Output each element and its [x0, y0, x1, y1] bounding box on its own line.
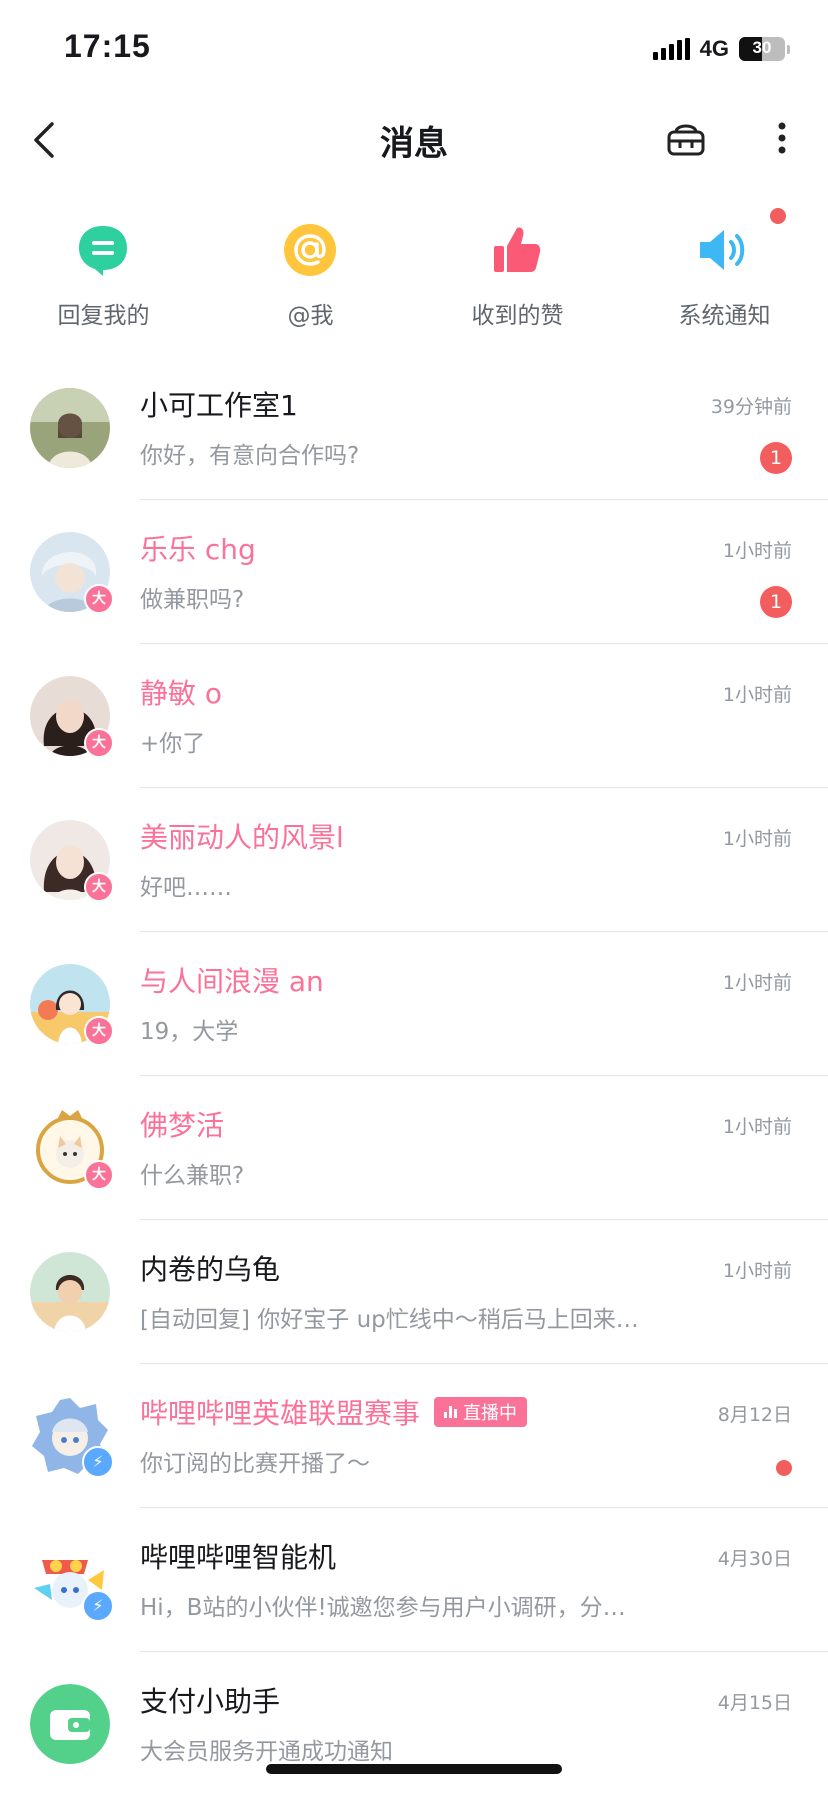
- vip-badge: 大: [84, 1160, 114, 1190]
- shop-basket-icon: [667, 124, 705, 156]
- verified-bolt-badge: ⚡: [82, 1590, 114, 1622]
- status-indicators: 4G 30: [652, 36, 790, 62]
- message-preview: 你好，有意向合作吗?: [140, 443, 360, 469]
- unread-count-badge: 1: [760, 442, 792, 474]
- conversation-row[interactable]: 小可工作室1 39分钟前 你好，有意向合作吗? 1: [0, 356, 828, 500]
- contact-name: 与人间浪漫 an: [140, 965, 324, 998]
- more-button[interactable]: [766, 114, 798, 162]
- battery-icon: 30: [739, 37, 785, 61]
- status-bar: 17:15 4G 30: [0, 0, 828, 96]
- contact-name: 支付小助手: [140, 1685, 281, 1718]
- contact-name: 美丽动人的风景l: [140, 821, 344, 854]
- avatar: [30, 388, 110, 468]
- message-time: 1小时前: [722, 972, 792, 994]
- speaker-icon: [700, 230, 745, 270]
- conversation-row[interactable]: 大 乐乐 chg 1小时前 做兼职吗? 1: [0, 500, 828, 644]
- vip-badge: 大: [84, 1016, 114, 1046]
- signal-icon: [652, 38, 690, 60]
- conversation-row[interactable]: 大 与人间浪漫 an 1小时前 19，大学: [0, 932, 828, 1076]
- message-preview: 好吧……: [140, 875, 232, 901]
- message-preview: [自动回复] 你好宝子 up忙线中～稍后马上回来…: [140, 1307, 639, 1333]
- avatar: [30, 1252, 110, 1332]
- verified-bolt-badge: ⚡: [82, 1446, 114, 1478]
- conversation-row[interactable]: ⚡ 哔哩哔哩英雄联盟赛事 直播中 8月12日 你订阅的比赛开播了～: [0, 1364, 828, 1508]
- quick-entry-label: 回复我的: [57, 303, 150, 329]
- contact-name: 小可工作室1: [140, 389, 298, 422]
- message-preview: 做兼职吗?: [140, 587, 245, 613]
- vip-badge: 大: [84, 872, 114, 902]
- contact-name: 内卷的乌龟: [140, 1253, 281, 1286]
- quick-entry-system[interactable]: 系统通知: [621, 196, 828, 336]
- conversation-row[interactable]: ⚡ 哔哩哔哩智能机 4月30日 Hi，B站的小伙伴!诚邀您参与用户小调研，分…: [0, 1508, 828, 1652]
- live-label: 直播中: [463, 1403, 518, 1424]
- shop-button[interactable]: [662, 114, 710, 162]
- quick-entry-reply[interactable]: 回复我的: [0, 196, 207, 336]
- nav-bar: 消息: [0, 96, 828, 184]
- contact-name: 静敏 o: [140, 677, 223, 710]
- message-time: 8月12日: [717, 1404, 792, 1426]
- vip-badge: 大: [84, 584, 114, 614]
- conversation-row[interactable]: 大 美丽动人的风景l 1小时前 好吧……: [0, 788, 828, 932]
- unread-dot: [776, 1460, 792, 1476]
- quick-entry-label: @我: [287, 303, 334, 329]
- conversation-row[interactable]: 支付小助手 4月15日 大会员服务开通成功通知: [0, 1652, 828, 1796]
- status-time: 17:15: [64, 28, 151, 64]
- contact-name: 乐乐 chg: [140, 533, 256, 566]
- conversation-row[interactable]: 内卷的乌龟 1小时前 [自动回复] 你好宝子 up忙线中～稍后马上回来…: [0, 1220, 828, 1364]
- quick-entry-label: 系统通知: [678, 303, 771, 329]
- message-time: 1小时前: [722, 1260, 792, 1282]
- message-time: 1小时前: [722, 540, 792, 562]
- message-preview: 什么兼职?: [140, 1163, 245, 1189]
- live-badge: 直播中: [434, 1397, 528, 1427]
- contact-name: 哔哩哔哩智能机: [140, 1541, 337, 1574]
- conversation-row[interactable]: 大 静敏 o 1小时前 +你了: [0, 644, 828, 788]
- message-time: 1小时前: [722, 828, 792, 850]
- live-bars-icon: [444, 1406, 458, 1418]
- quick-entries: 回复我的 @我 收到的赞 系统通知: [0, 196, 828, 336]
- conversation-row[interactable]: 大 佛梦活 1小时前 什么兼职?: [0, 1076, 828, 1220]
- vip-badge: 大: [84, 728, 114, 758]
- thumbs-up-icon: [494, 227, 541, 272]
- message-time: 39分钟前: [710, 396, 792, 418]
- more-vertical-icon: [778, 122, 786, 154]
- at-icon: [284, 224, 336, 276]
- unread-count-badge: 1: [760, 586, 792, 618]
- reply-bubble-icon: [79, 226, 127, 276]
- home-indicator[interactable]: [266, 1764, 562, 1774]
- quick-entry-at[interactable]: @我: [207, 196, 414, 336]
- message-preview: 大会员服务开通成功通知: [140, 1739, 393, 1765]
- contact-name-text: 哔哩哔哩英雄联盟赛事: [140, 1397, 421, 1430]
- new-notice-dot: [770, 208, 786, 224]
- message-preview: 19，大学: [140, 1019, 239, 1045]
- message-time: 4月30日: [717, 1548, 792, 1570]
- conversation-list: 小可工作室1 39分钟前 你好，有意向合作吗? 1 大 乐乐 chg 1小时前 …: [0, 356, 828, 1796]
- contact-name: 哔哩哔哩英雄联盟赛事 直播中: [140, 1392, 528, 1432]
- message-time: 1小时前: [722, 1116, 792, 1138]
- battery-tip: [787, 44, 790, 54]
- network-type: 4G: [699, 36, 729, 61]
- contact-name: 佛梦活: [140, 1109, 225, 1142]
- message-preview: Hi，B站的小伙伴!诚邀您参与用户小调研，分…: [140, 1595, 626, 1621]
- message-preview: 你订阅的比赛开播了～: [140, 1451, 370, 1477]
- message-time: 1小时前: [722, 684, 792, 706]
- message-preview: +你了: [140, 731, 206, 757]
- message-time: 4月15日: [717, 1692, 792, 1714]
- quick-entry-label: 收到的赞: [471, 303, 564, 329]
- battery-level: 30: [752, 38, 772, 57]
- avatar: [30, 1684, 110, 1764]
- quick-entry-likes[interactable]: 收到的赞: [414, 196, 621, 336]
